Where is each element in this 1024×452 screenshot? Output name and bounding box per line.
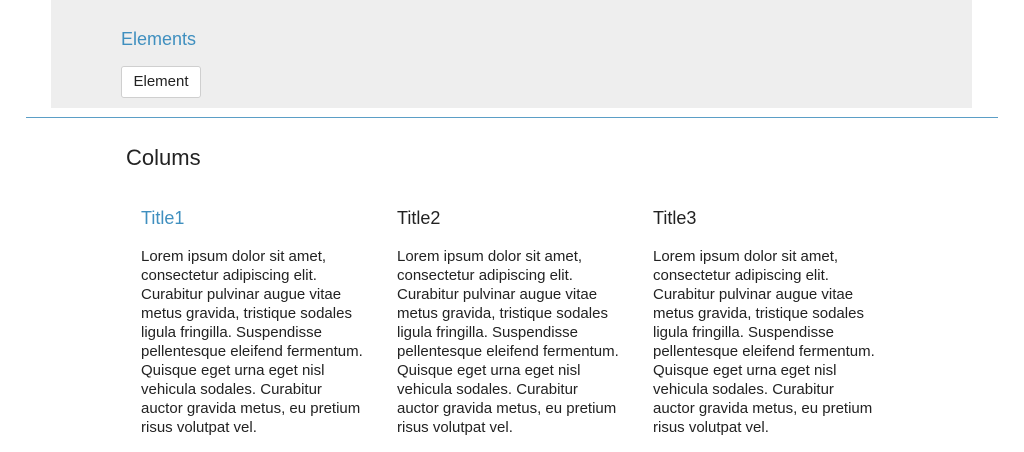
elements-panel: Elements Element: [51, 0, 972, 108]
column-1-title[interactable]: Title1: [141, 207, 397, 229]
column-3: Title3 Lorem ipsum dolor sit amet, conse…: [653, 207, 909, 437]
page: Elements Element Colums Title1 Lorem ips…: [0, 0, 1024, 452]
column-1: Title1 Lorem ipsum dolor sit amet, conse…: [141, 207, 397, 437]
column-1-text: Lorem ipsum dolor sit amet, consectetur …: [141, 248, 363, 436]
column-2: Title2 Lorem ipsum dolor sit amet, conse…: [397, 207, 653, 437]
columns-container: Title1 Lorem ipsum dolor sit amet, conse…: [141, 207, 909, 437]
column-3-title: Title3: [653, 208, 697, 228]
column-3-text: Lorem ipsum dolor sit amet, consectetur …: [653, 248, 875, 436]
elements-panel-title: Elements: [121, 29, 197, 49]
section-title: Colums: [126, 145, 201, 170]
section-divider: [26, 117, 998, 118]
column-2-text: Lorem ipsum dolor sit amet, consectetur …: [397, 248, 619, 436]
column-2-title: Title2: [397, 208, 441, 228]
element-button[interactable]: Element: [121, 66, 201, 98]
